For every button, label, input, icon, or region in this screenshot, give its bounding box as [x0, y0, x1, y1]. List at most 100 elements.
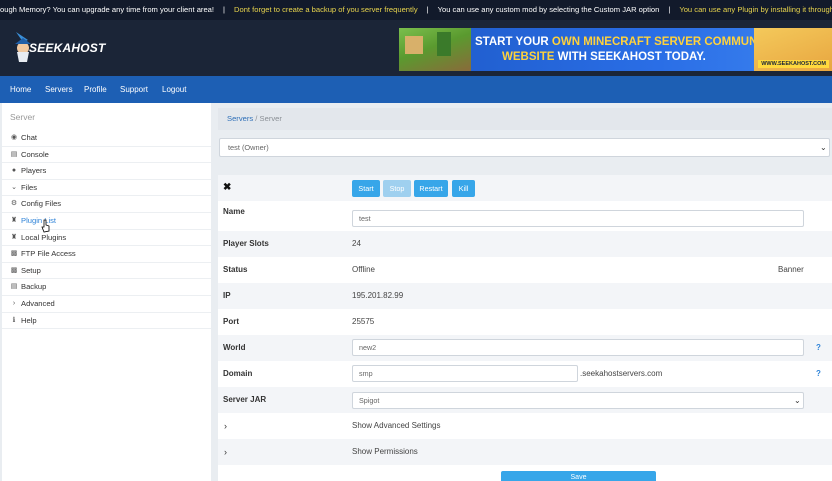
sidebar-item-advanced[interactable]: › Advanced [2, 296, 211, 313]
start-button[interactable]: Start [352, 180, 380, 197]
help-icon[interactable]: ? [816, 361, 821, 387]
ip-label: IP [223, 291, 231, 300]
breadcrumb-separator: / [255, 114, 258, 123]
nav-servers[interactable]: Servers [45, 76, 73, 103]
chat-icon: ◉ [10, 134, 18, 141]
sidebar-item-label: Console [21, 149, 49, 159]
ticker-separator: | [223, 5, 225, 14]
banner-headline-1: START YOUR OWN MINECRAFT SERVER COMMUNIT… [475, 36, 776, 48]
kill-button[interactable]: Kill [452, 180, 475, 197]
control-row: ✖ Start Stop Restart Kill [218, 175, 832, 201]
server-jar-label: Server JAR [223, 395, 267, 404]
sidebar-item-help[interactable]: ℹ Help [2, 313, 211, 330]
logo[interactable]: SEEKAHOST [8, 28, 105, 68]
ip-row: IP 195.201.82.99 [218, 283, 832, 309]
sidebar-item-label: Setup [21, 265, 41, 275]
server-select[interactable]: test (Owner) ⌄ [219, 138, 830, 157]
sidebar-item-label: Advanced [21, 299, 55, 308]
sidebar-item-local-plugins[interactable]: ♜ Local Plugins [2, 230, 211, 247]
domain-label: Domain [223, 369, 253, 378]
permissions-toggle[interactable]: › Show Permissions [218, 439, 832, 465]
chevron-down-icon: ⌄ [794, 396, 801, 405]
sidebar-item-players[interactable]: ● Players [2, 163, 211, 180]
gear-icon: ⚙ [10, 200, 18, 208]
banner-link[interactable]: Banner [778, 257, 804, 283]
name-field-value: test [359, 214, 371, 223]
chevron-down-icon: ⌄ [11, 183, 17, 191]
file-icon: ▩ [10, 250, 18, 258]
player-slots-value: 24 [352, 239, 361, 248]
domain-row: Domain smp .seekahostservers.com ? [218, 361, 832, 387]
sidebar-item-backup[interactable]: ▤ Backup [2, 279, 211, 296]
advanced-settings-toggle[interactable]: › Show Advanced Settings [218, 413, 832, 439]
help-icon[interactable]: ? [816, 335, 821, 361]
save-button[interactable]: Save [501, 471, 656, 481]
stop-button[interactable]: Stop [383, 180, 411, 197]
brand-bar: SEEKAHOST START YOUR OWN MINECRAFT SERVE… [0, 20, 832, 76]
sidebar-item-console[interactable]: ▤ Console [2, 147, 211, 164]
sidebar-item-config-files[interactable]: ⚙ Config Files [2, 196, 211, 213]
permissions-label: Show Permissions [352, 447, 418, 456]
server-jar-value: Spigot [359, 396, 380, 405]
name-field[interactable]: test [352, 210, 804, 227]
sidebar-heading: Server [10, 112, 36, 122]
player-slots-label: Player Slots [223, 239, 269, 248]
sidebar-item-ftp-file-access[interactable]: ▩ FTP File Access [2, 246, 211, 263]
world-row: World new2 ? [218, 335, 832, 361]
plugin-icon: ♜ [10, 233, 18, 241]
sidebar-item-label: Players [21, 166, 47, 176]
players-icon: ● [11, 167, 17, 175]
chevron-right-icon: › [224, 421, 227, 431]
promo-banner[interactable]: START YOUR OWN MINECRAFT SERVER COMMUNIT… [399, 28, 832, 71]
backup-icon: ▤ [10, 283, 18, 291]
sidebar: Server ◉ Chat ▤ Console ● Players ⌄ File… [2, 103, 211, 481]
server-jar-row: Server JAR Spigot ⌄ [218, 387, 832, 413]
sidebar-item-files[interactable]: ⌄ Files [2, 180, 211, 197]
chevron-right-icon: › [12, 300, 16, 307]
breadcrumb-servers-link[interactable]: Servers [227, 114, 253, 123]
restart-button[interactable]: Restart [414, 180, 448, 197]
nav-logout[interactable]: Logout [162, 76, 186, 103]
sidebar-item-setup[interactable]: ▩ Setup [2, 263, 211, 280]
info-icon: ℹ [12, 316, 16, 324]
sidebar-item-label: FTP File Access [21, 249, 76, 259]
banner-url: WWW.SEEKAHOST.COM [758, 60, 829, 68]
breadcrumb: Servers / Server [218, 108, 832, 130]
world-field[interactable]: new2 [352, 339, 804, 356]
name-label: Name [223, 207, 245, 216]
sidebar-item-label: Backup [21, 282, 47, 292]
nav-support[interactable]: Support [120, 76, 148, 103]
nav-home[interactable]: Home [10, 76, 31, 103]
news-ticker: ough Memory? You can upgrade any time fr… [0, 0, 832, 20]
nav-profile[interactable]: Profile [84, 76, 107, 103]
ticker-message: ough Memory? You can upgrade any time fr… [0, 5, 215, 14]
status-value: Offline [352, 265, 375, 274]
ticker-message: You can use any custom mod by selecting … [437, 5, 660, 14]
sidebar-item-chat[interactable]: ◉ Chat [2, 130, 211, 147]
ticker-separator: | [668, 5, 671, 14]
chevron-down-icon: ⌄ [820, 143, 827, 152]
sidebar-item-plugin-list[interactable]: ♜ Plugin List [2, 213, 211, 230]
world-label: World [223, 343, 246, 352]
domain-field[interactable]: smp [352, 365, 578, 382]
chevron-right-icon: › [224, 447, 227, 457]
sidebar-item-label: Files [21, 182, 38, 192]
sidebar-item-label: Help [21, 315, 37, 325]
status-label: Status [223, 265, 248, 274]
ticker-separator: | [426, 5, 429, 14]
advanced-settings-label: Show Advanced Settings [352, 421, 441, 430]
domain-field-value: smp [359, 369, 373, 378]
server-jar-select[interactable]: Spigot ⌄ [352, 392, 804, 409]
ticker-message: Dont forget to create a backup of you se… [234, 5, 418, 14]
server-select-value: test (Owner) [228, 143, 269, 152]
minecraft-art [399, 28, 471, 71]
player-slots-row: Player Slots 24 [218, 231, 832, 257]
main-nav: Home Servers Profile Support Logout [0, 76, 832, 103]
port-value: 25575 [352, 317, 375, 326]
breadcrumb-current: Server [259, 114, 282, 123]
status-row: Status Offline Banner [218, 257, 832, 283]
close-icon[interactable]: ✖ [223, 175, 231, 201]
file-icon: ▩ [10, 266, 18, 274]
world-field-value: new2 [359, 343, 377, 352]
mouse-cursor-icon [41, 219, 50, 233]
